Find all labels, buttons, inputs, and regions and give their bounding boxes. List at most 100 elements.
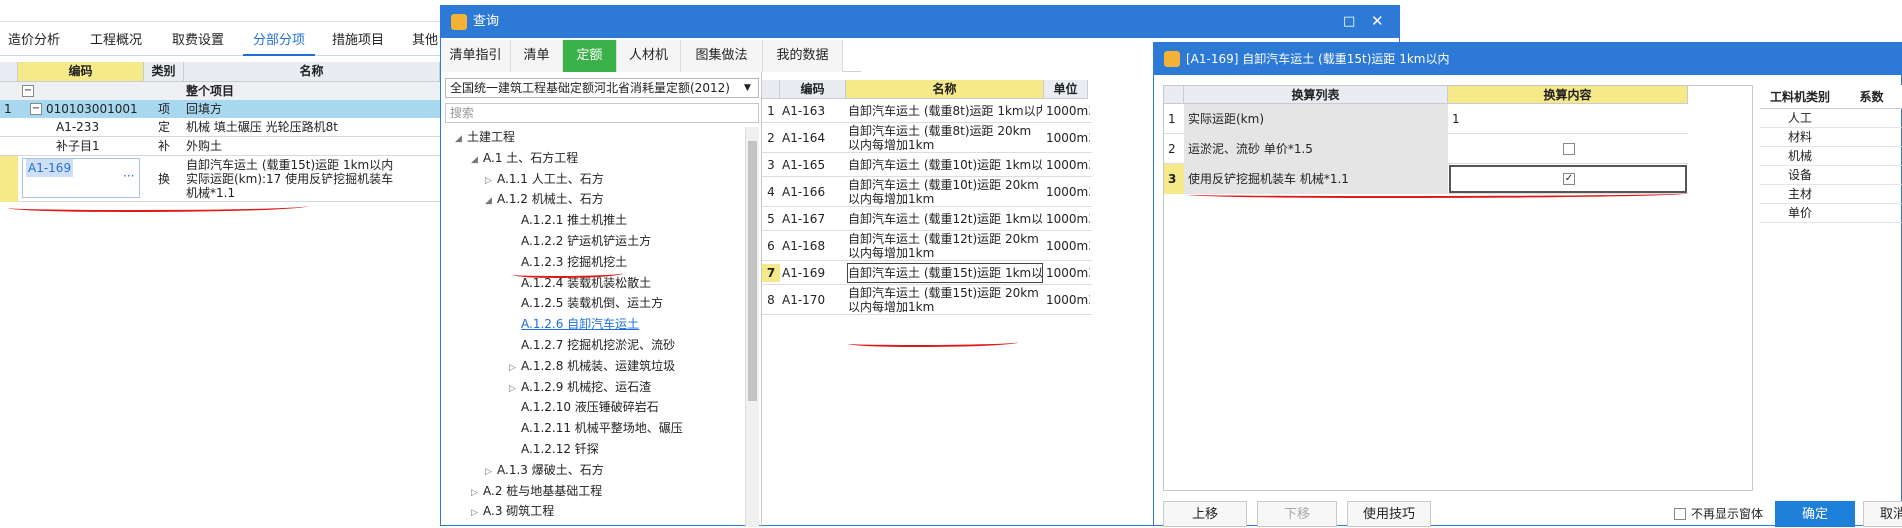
- tree-node[interactable]: ▷ A.1.2.8 机械装、运建筑垃圾: [509, 356, 675, 378]
- collapsed-arrow-icon[interactable]: ▷: [509, 379, 521, 399]
- tree-node[interactable]: A.1.2.6 自卸汽车运土: [509, 314, 639, 334]
- tree-node[interactable]: A.1.2.5 装载机倒、运土方: [509, 293, 663, 313]
- table-row[interactable]: 2 A1-164 自卸汽车运土 (载重8t)运距 20km以内每增加1km 1000m…: [762, 123, 1092, 153]
- row-number: 1: [1168, 112, 1176, 126]
- collapsed-arrow-icon[interactable]: ▷: [485, 462, 497, 482]
- scrollbar-thumb[interactable]: [748, 141, 757, 401]
- tab-measures[interactable]: 措施项目: [322, 26, 394, 56]
- tab-cost-analysis[interactable]: 造价分析: [0, 26, 68, 56]
- header-code: 编码: [780, 80, 846, 99]
- main-tab-bar: 造价分析 工程概况 取费设置 分部分项 措施项目 其他: [0, 26, 440, 56]
- table-row[interactable]: 8 A1-170 自卸汽车运土 (载重15t)运距 20km以内每增加1km 1000…: [762, 285, 1092, 315]
- expanded-arrow-icon[interactable]: ◢: [471, 150, 483, 170]
- table-row[interactable]: 1 实际运距(km) 1: [1164, 104, 1688, 134]
- distance-value[interactable]: 1: [1452, 110, 1460, 128]
- tab-labor-material[interactable]: 人材机: [617, 40, 681, 72]
- tree-node-label: A.1 土、石方工程: [483, 150, 579, 165]
- row-type: 补: [157, 139, 170, 153]
- collapse-icon[interactable]: −: [22, 85, 34, 97]
- table-row[interactable]: 3 A1-165 自卸汽车运土 (载重10t)运距 1km以内 1000m3: [762, 153, 1092, 177]
- expanded-arrow-icon[interactable]: ◢: [455, 129, 467, 149]
- table-row[interactable]: − 整个项目: [0, 82, 440, 100]
- tree-node[interactable]: ▷ A.2 桩与地基基础工程: [471, 481, 602, 503]
- tree-node[interactable]: A.1.2.11 机械平整场地、碾压: [509, 418, 683, 438]
- tab-quota[interactable]: 定额: [563, 40, 617, 72]
- tree-scrollbar[interactable]: [745, 127, 759, 527]
- sub-title: [A1-169] 自卸汽车运土 (载重15t)运距 1km以内: [1186, 52, 1450, 66]
- collapsed-arrow-icon[interactable]: ▷: [471, 503, 483, 523]
- tree-node[interactable]: ◢ A.1.2 机械土、石方: [485, 189, 604, 211]
- backhoe-checkbox[interactable]: ✓: [1563, 173, 1575, 185]
- row-type: 换: [157, 172, 170, 186]
- row-unit: 1000m3: [1046, 131, 1090, 145]
- table-row[interactable]: 1 − 010103001001 项 回填方: [0, 100, 440, 118]
- mud-sand-checkbox[interactable]: [1563, 143, 1575, 155]
- tree-node[interactable]: ▷ A.1.1 人工土、石方: [485, 169, 604, 191]
- tree-node[interactable]: ◢ A.1 土、石方工程: [471, 148, 578, 170]
- tree-node[interactable]: A.1.2.1 推土机推土: [509, 210, 627, 230]
- grid-corner: [1164, 86, 1184, 104]
- tree-node[interactable]: A.1.2.7 挖掘机挖淤泥、流砂: [509, 335, 675, 355]
- row-code[interactable]: A1-169: [26, 159, 74, 177]
- row-code: A1-167: [782, 212, 826, 226]
- table-row[interactable]: 5 A1-167 自卸汽车运土 (载重12t)运距 1km以内 1000m3: [762, 207, 1092, 231]
- tree-node-label: A.1.2.1 推土机推土: [521, 213, 628, 228]
- table-row[interactable]: A1-169 ··· 换 自卸汽车运土 (载重15t)运距 1km以内 实际运距…: [0, 156, 440, 202]
- tree-node[interactable]: A.1.2.3 挖掘机挖土: [509, 252, 627, 272]
- table-row[interactable]: 6 A1-168 自卸汽车运土 (载重12t)运距 20km以内每增加1km 1000…: [762, 231, 1092, 261]
- row-code: A1-233: [56, 120, 100, 134]
- tab-other[interactable]: 其他: [405, 26, 445, 56]
- quota-select[interactable]: 全国统一建筑工程基础定额河北省消耗量定额(2012) ▼: [445, 78, 759, 98]
- chevron-down-icon[interactable]: ▼: [744, 79, 751, 97]
- tab-sub-items[interactable]: 分部分项: [243, 26, 315, 56]
- expanded-arrow-icon[interactable]: ◢: [485, 191, 497, 211]
- search-placeholder: 搜索: [450, 106, 475, 120]
- tree-node[interactable]: A.1.2.10 液压锤破碎岩石: [509, 397, 659, 417]
- close-icon[interactable]: ✕: [1371, 12, 1384, 30]
- code-editor[interactable]: A1-169 ···: [22, 158, 140, 198]
- tab-fee-settings[interactable]: 取费设置: [162, 26, 234, 56]
- table-row[interactable]: 补子目1 补 外购土: [0, 137, 440, 156]
- move-down-button[interactable]: 下移: [1257, 501, 1337, 527]
- tree-node[interactable]: ▷ A.1.2.9 机械挖、运石渣: [509, 377, 651, 399]
- tree-node[interactable]: A.1.2.12 钎探: [509, 439, 599, 459]
- category-row: 材料: [1760, 128, 1902, 147]
- category-row: 单价: [1760, 204, 1902, 223]
- table-row[interactable]: 1 A1-163 自卸汽车运土 (载重8t)运距 1km以内 1000m3: [762, 99, 1092, 123]
- search-box[interactable]: 搜索: [445, 103, 759, 123]
- ok-button[interactable]: 确定: [1775, 501, 1855, 527]
- cancel-button[interactable]: 取消: [1863, 501, 1902, 527]
- tree-node-label: A.1.2.6 自卸汽车运土: [521, 317, 640, 332]
- tab-list[interactable]: 清单: [511, 40, 563, 72]
- row-name: 整个项目: [186, 84, 235, 98]
- tab-atlas-methods[interactable]: 图集做法: [681, 40, 763, 72]
- tree-node[interactable]: ▷ A.1.3 爆破土、石方: [485, 460, 604, 482]
- collapsed-arrow-icon[interactable]: ▷: [509, 358, 521, 378]
- tree-node-label: A.1.2.12 钎探: [521, 442, 599, 456]
- header-code: 编码: [18, 62, 144, 82]
- collapse-icon[interactable]: −: [30, 103, 42, 115]
- table-row[interactable]: 7A1-169 自卸汽车运土 (载重15t)运距 1km以内1000m3: [762, 261, 1092, 285]
- more-button[interactable]: ···: [123, 167, 134, 185]
- no-more-checkbox[interactable]: [1674, 508, 1686, 520]
- tips-button[interactable]: 使用技巧: [1347, 501, 1431, 527]
- tree-node[interactable]: ▷ A.3 砌筑工程: [471, 501, 554, 523]
- row-type: 定: [157, 120, 170, 134]
- header-name: 名称: [184, 62, 440, 82]
- table-row[interactable]: 4 A1-166 自卸汽车运土 (载重10t)运距 20km以内每增加1km 1000…: [762, 177, 1092, 207]
- tab-list-guide[interactable]: 清单指引: [441, 40, 511, 72]
- table-row[interactable]: A1-233 定 机械 填土碾压 光轮压路机8t: [0, 118, 440, 137]
- collapsed-arrow-icon[interactable]: ▷: [485, 171, 497, 191]
- tree-node-label: A.1.2.7 挖掘机挖淤泥、流砂: [521, 338, 676, 352]
- tree-node[interactable]: ◢ 土建工程: [455, 127, 515, 149]
- tab-my-data[interactable]: 我的数据: [763, 40, 843, 72]
- tree-node-label: A.1.2 机械土、石方: [497, 192, 604, 207]
- tab-project-overview[interactable]: 工程概况: [80, 26, 152, 56]
- tree-node[interactable]: A.1.2.2 铲运机铲运土方: [509, 231, 651, 251]
- collapsed-arrow-icon[interactable]: ▷: [471, 483, 483, 503]
- row-name: 自卸汽车运土 (载重8t)运距 1km以内: [848, 104, 1042, 118]
- sub-title-bar: [A1-169] 自卸汽车运土 (载重15t)运距 1km以内: [1154, 43, 1901, 75]
- table-row[interactable]: 2 运淤泥、流砂 单价*1.5: [1164, 134, 1688, 164]
- move-up-button[interactable]: 上移: [1163, 501, 1247, 527]
- maximize-icon[interactable]: □: [1343, 13, 1355, 31]
